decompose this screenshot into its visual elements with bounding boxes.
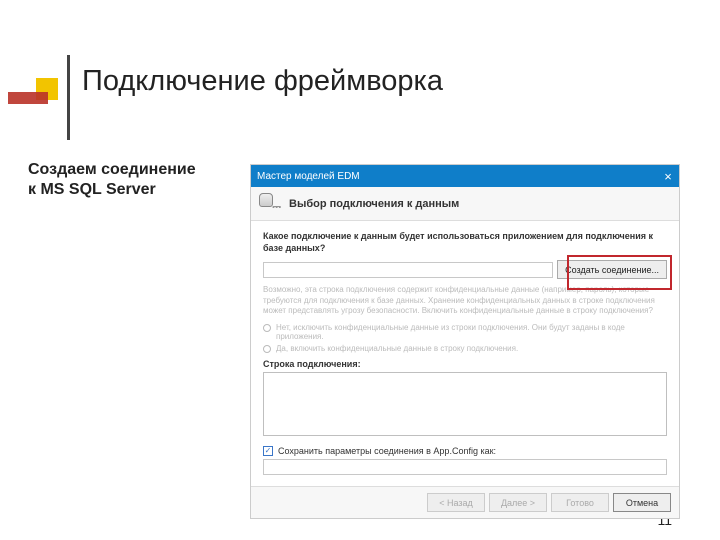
- slide-side-text: Создаем соединение к MS SQL Server: [28, 160, 208, 200]
- edm-wizard-dialog: Мастер моделей EDM × ⎓ Выбор подключения…: [250, 164, 680, 519]
- slide-accent-deco: [8, 78, 52, 118]
- radio-icon: [263, 324, 271, 332]
- create-connection-button[interactable]: Создать соединение...: [557, 260, 667, 279]
- finish-button[interactable]: Готово: [551, 493, 609, 512]
- dialog-footer: < Назад Далее > Готово Отмена: [251, 486, 679, 518]
- save-settings-label: Сохранить параметры соединения в App.Con…: [278, 446, 496, 456]
- radio-exclude-sensitive[interactable]: Нет, исключить конфиденциальные данные и…: [263, 323, 667, 341]
- next-button[interactable]: Далее >: [489, 493, 547, 512]
- radio-include-sensitive[interactable]: Да, включить конфиденциальные данные в с…: [263, 344, 667, 353]
- connection-string-textarea[interactable]: [263, 372, 667, 436]
- slide-title: Подключение фреймворка: [67, 55, 443, 140]
- security-warning-text: Возможно, эта строка подключения содержи…: [263, 285, 667, 316]
- connection-dropdown[interactable]: [263, 262, 553, 278]
- checkbox-icon: ✓: [263, 446, 273, 456]
- dialog-titlebar[interactable]: Мастер моделей EDM ×: [251, 165, 679, 187]
- connection-row: Создать соединение...: [263, 260, 667, 279]
- config-name-input[interactable]: [263, 459, 667, 475]
- dialog-body: Какое подключение к данным будет использ…: [251, 221, 679, 483]
- connection-prompt: Какое подключение к данным будет использ…: [263, 231, 667, 254]
- cancel-button[interactable]: Отмена: [613, 493, 671, 512]
- dialog-subtitle: Выбор подключения к данным: [289, 198, 459, 210]
- close-icon[interactable]: ×: [657, 165, 679, 187]
- save-settings-row[interactable]: ✓ Сохранить параметры соединения в App.C…: [263, 446, 667, 456]
- dialog-title-text: Мастер моделей EDM: [257, 171, 360, 182]
- radio-icon: [263, 345, 271, 353]
- radio-include-label: Да, включить конфиденциальные данные в с…: [276, 344, 518, 353]
- connection-string-label: Строка подключения:: [263, 359, 667, 369]
- radio-exclude-label: Нет, исключить конфиденциальные данные и…: [276, 323, 667, 341]
- dialog-subheader: ⎓ Выбор подключения к данным: [251, 187, 679, 221]
- database-plug-icon: ⎓: [259, 193, 281, 215]
- back-button[interactable]: < Назад: [427, 493, 485, 512]
